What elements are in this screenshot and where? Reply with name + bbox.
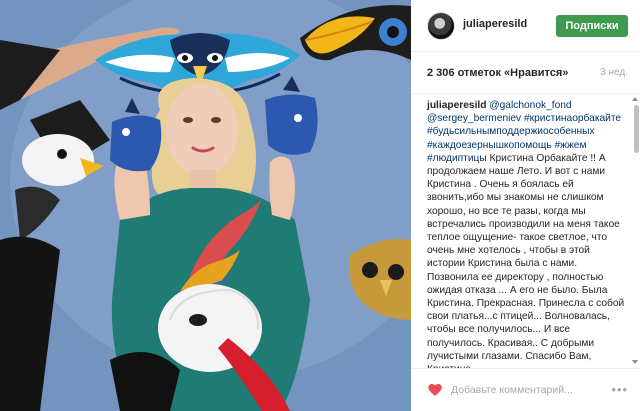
scroll-down-arrow-icon[interactable] (632, 360, 638, 364)
caption-hashtag-link[interactable]: #каждоезернышкопомощь (427, 140, 552, 151)
instagram-post: juliaperesild Подписки 2 306 отметок «Нр… (0, 0, 640, 411)
post-photo[interactable] (0, 0, 411, 411)
scroll-up-arrow-icon[interactable] (632, 97, 638, 101)
caption-hashtag-link[interactable]: @sergey_bermeniev (427, 113, 521, 124)
caption-author[interactable]: juliaperesild (427, 100, 486, 111)
heart-icon[interactable] (427, 382, 443, 398)
avatar[interactable] (427, 12, 455, 40)
caption-hashtag-link[interactable]: #жжем (555, 140, 587, 151)
caption-text: Кристина Орбакайте !! А продолжаем наше … (427, 152, 625, 368)
photo-illustration (0, 0, 411, 411)
post-age[interactable]: 3 нед. (600, 67, 628, 78)
ellipsis-icon[interactable]: ••• (611, 382, 628, 397)
likes-count[interactable]: 2 306 отметок «Нравится» (427, 67, 568, 79)
post-caption: juliaperesild @galchonok_fond @sergey_be… (427, 99, 625, 368)
caption-area[interactable]: juliaperesild @galchonok_fond @sergey_be… (411, 95, 640, 368)
post-header: juliaperesild Подписки (411, 0, 640, 52)
comment-input[interactable] (451, 381, 601, 399)
author-username[interactable]: juliaperesild (463, 18, 527, 30)
comment-bar: ••• (411, 368, 640, 411)
caption-hashtag-link[interactable]: #людиптицы (427, 153, 487, 164)
scrollbar-thumb[interactable] (634, 105, 639, 153)
caption-hashtag-link[interactable]: #кристинаорбакайте (524, 113, 621, 124)
post-side-panel: juliaperesild Подписки 2 306 отметок «Нр… (411, 0, 640, 411)
caption-hashtag-link[interactable]: #будьсильнымподдержиособенных (427, 126, 595, 137)
caption-hashtag-link[interactable]: @galchonok_fond (489, 100, 571, 111)
follow-button[interactable]: Подписки (556, 15, 628, 37)
post-stats: 2 306 отметок «Нравится» 3 нед. (411, 52, 640, 94)
